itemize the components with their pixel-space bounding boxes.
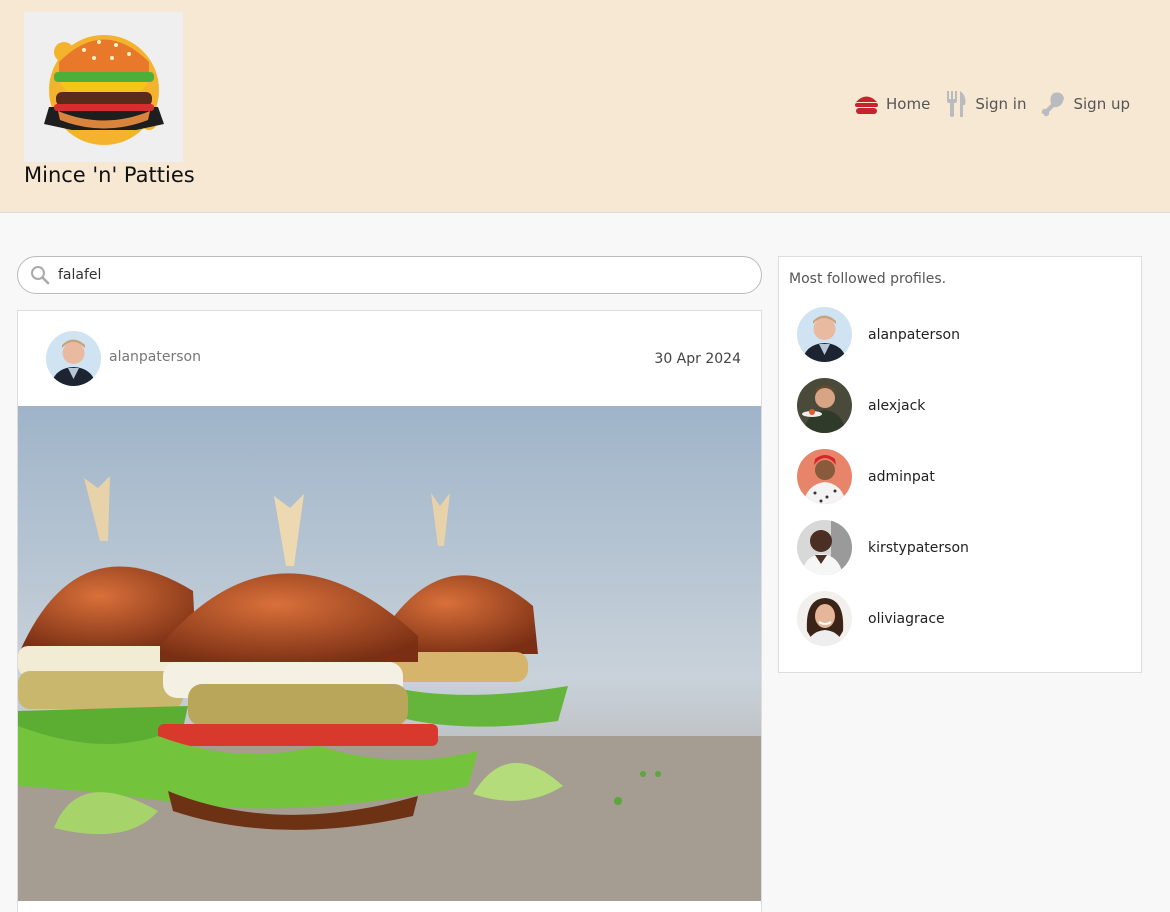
profile-item[interactable]: kirstypaterson — [797, 520, 969, 575]
main-nav: Home Sign in Sign up — [854, 90, 1130, 118]
post-image[interactable] — [18, 406, 761, 901]
post-author-name[interactable]: alanpaterson — [109, 349, 201, 365]
site-header: Mince 'n' Patties Home Sign in Sign up — [0, 0, 1170, 213]
burger-logo[interactable] — [24, 12, 183, 162]
avatar — [797, 378, 852, 433]
avatar — [797, 591, 852, 646]
avatar — [797, 520, 852, 575]
avatar — [797, 449, 852, 504]
nav-signup-label: Sign up — [1073, 95, 1130, 113]
profile-item[interactable]: alanpaterson — [797, 307, 960, 362]
profile-item[interactable]: oliviagrace — [797, 591, 945, 646]
profile-item[interactable]: adminpat — [797, 449, 935, 504]
utensils-icon — [944, 90, 968, 118]
post-card: alanpaterson 30 Apr 2024 — [17, 310, 762, 912]
sidebar-title: Most followed profiles. — [789, 271, 947, 287]
post-date: 30 Apr 2024 — [654, 351, 741, 367]
profile-name: alexjack — [868, 397, 926, 414]
drumstick-icon — [1040, 91, 1066, 117]
profile-name: oliviagrace — [868, 610, 945, 627]
search-icon — [30, 265, 50, 289]
most-followed-profiles: Most followed profiles. alanpaterson ale… — [778, 256, 1142, 673]
nav-home-label: Home — [886, 95, 931, 113]
nav-home[interactable]: Home — [854, 92, 930, 116]
post-author-avatar[interactable] — [46, 331, 101, 386]
profile-name: alanpaterson — [868, 326, 960, 343]
profile-name: adminpat — [868, 468, 935, 485]
profile-name: kirstypaterson — [868, 539, 969, 556]
nav-signin[interactable]: Sign in — [944, 90, 1026, 118]
search-bar[interactable] — [17, 256, 762, 294]
nav-signup[interactable]: Sign up — [1040, 91, 1130, 117]
search-input[interactable] — [58, 257, 748, 293]
profile-item[interactable]: alexjack — [797, 378, 925, 433]
nav-signin-label: Sign in — [975, 95, 1027, 113]
site-title[interactable]: Mince 'n' Patties — [24, 163, 195, 187]
burger-icon — [854, 92, 879, 116]
avatar — [797, 307, 852, 362]
